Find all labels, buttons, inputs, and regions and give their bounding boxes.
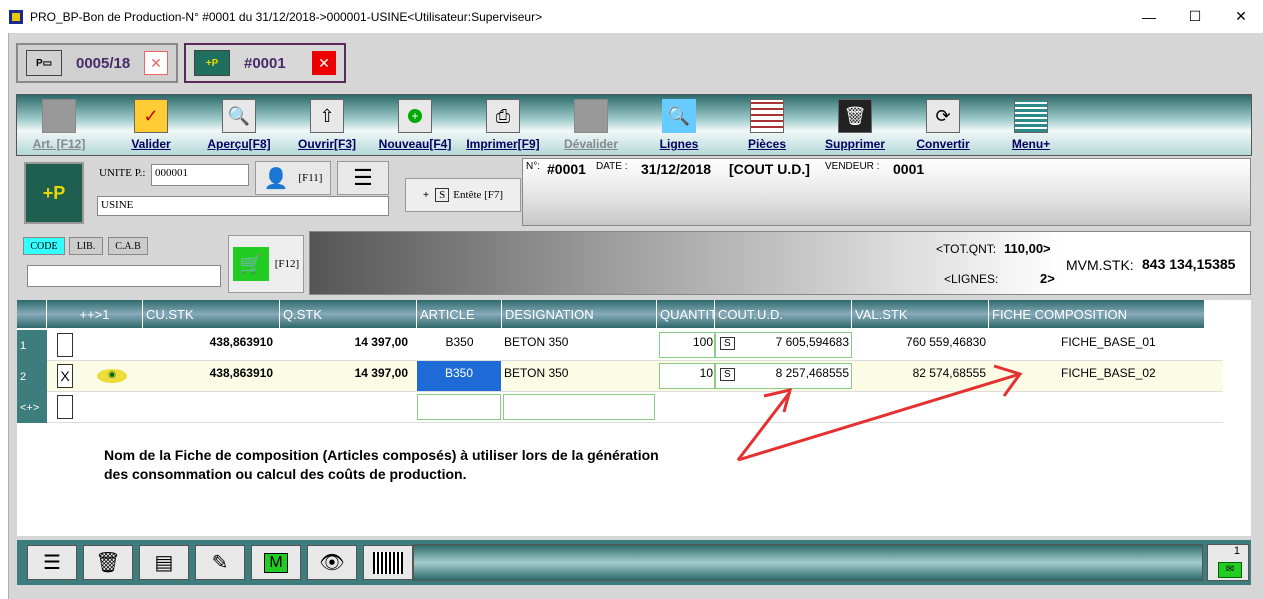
arrow-to-cout xyxy=(736,391,792,461)
bottom-status-bar xyxy=(413,544,1203,581)
barcode-icon xyxy=(373,551,403,574)
message-box[interactable]: 1 ✉ xyxy=(1207,544,1249,581)
list-menu-button[interactable]: ☰ xyxy=(27,545,77,580)
eye-icon: 👁 xyxy=(319,552,345,574)
annotation-text: Nom de la Fiche de composition (Articles… xyxy=(104,447,659,482)
hamburger-icon: ☰ xyxy=(43,552,61,574)
annotation-arrows xyxy=(736,364,1023,462)
message-count: 1 xyxy=(1233,545,1240,557)
delete-line-button[interactable]: 🗑 xyxy=(83,545,133,580)
notepad-button[interactable]: ▤ xyxy=(139,545,189,580)
edit-button[interactable]: ✎ xyxy=(195,545,245,580)
m-button[interactable]: M xyxy=(251,545,301,580)
m-icon: M xyxy=(264,552,288,573)
bottom-toolbar: ☰ 🗑 ▤ ✎ M 👁 1 ✉ xyxy=(17,540,1251,585)
trash-icon: 🗑 xyxy=(95,552,121,574)
view-button[interactable]: 👁 xyxy=(307,545,357,580)
edit-icon: ✎ xyxy=(211,552,229,574)
notepad-icon: ▤ xyxy=(154,552,174,574)
barcode-button[interactable] xyxy=(363,545,413,580)
mail-icon: ✉ xyxy=(1218,562,1242,578)
arrow-to-fiche xyxy=(737,372,1021,462)
